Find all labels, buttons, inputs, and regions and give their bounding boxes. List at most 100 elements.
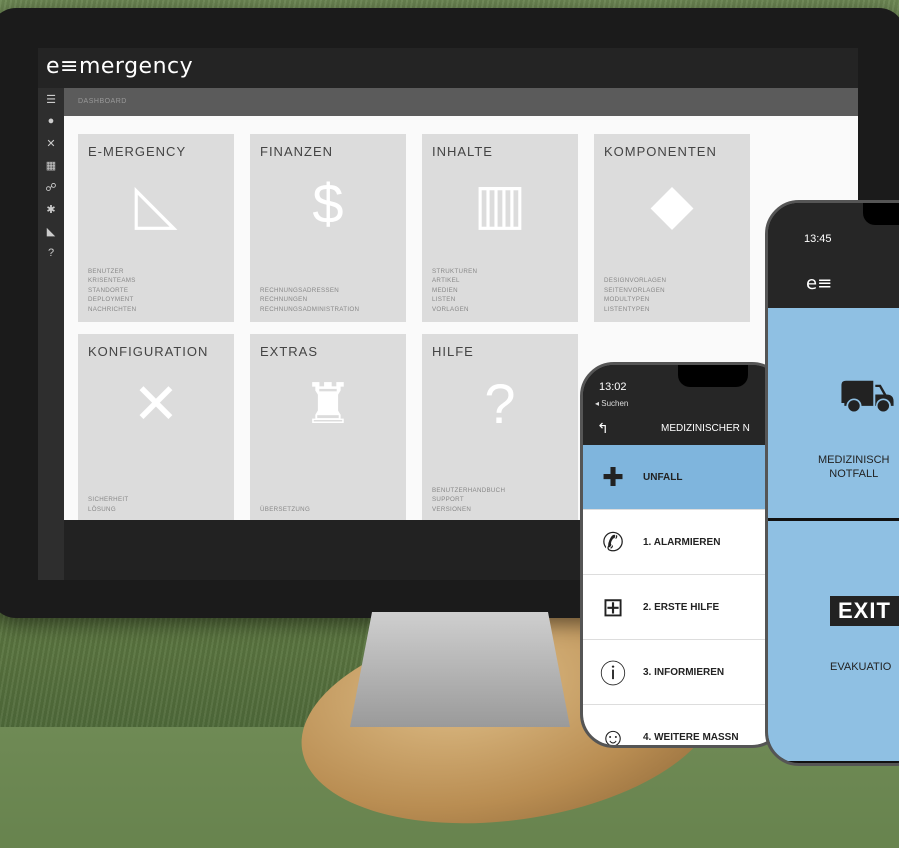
tile-title: KONFIGURATION [88,344,209,359]
ambulance-icon: ⛟ [838,369,896,421]
phone-front: 13:02 ◂ Suchen ↰ MEDIZINISCHER N ✚ UNFAL… [580,362,786,748]
tools-icon[interactable]: ✕ [38,132,64,154]
back-arrow-icon[interactable]: ↰ [597,420,609,437]
tile-e-mergency[interactable]: E-MERGENCY ◺ BENUTZER KRISENTEAMS STANDO… [78,134,234,322]
list-icon[interactable]: ▦ [38,154,64,176]
tile-hilfe[interactable]: HILFE ? BENUTZERHANDBUCH SUPPORT VERSION… [422,334,578,522]
link-designvorlagen[interactable]: DESIGNVORLAGEN [604,276,666,286]
question-icon: ? [484,372,516,435]
settings-icon[interactable]: ✱ [38,198,64,220]
megaphone-icon[interactable]: ◣ [38,220,64,242]
link-support[interactable]: SUPPORT [432,495,505,505]
link-seitenvorlagen[interactable]: SEITENVORLAGEN [604,286,666,296]
phone1-header: 13:02 ◂ Suchen ↰ MEDIZINISCHER N [583,365,783,445]
globe-icon[interactable]: ● [38,110,64,132]
list-item-label: 2. ERSTE HILFE [643,601,720,613]
tile-links: STRUKTUREN ARTIKEL MEDIEN LISTEN VORLAGE… [432,267,477,315]
phone2-header: 13:45 e≡ [768,203,899,308]
link-benutzerhandbuch[interactable]: BENUTZERHANDBUCH [432,486,505,496]
link-artikel[interactable]: ARTIKEL [432,276,477,286]
link-rechnungen[interactable]: RECHNUNGEN [260,295,359,305]
tile-links: BENUTZERHANDBUCH SUPPORT VERSIONEN [432,486,505,515]
medical-label: MEDIZINISCH NOTFALL [818,453,890,481]
tile-title: KOMPONENTEN [604,144,717,159]
book-icon: ▥ [473,172,527,235]
tile-inhalte[interactable]: INHALTE ▥ STRUKTUREN ARTIKEL MEDIEN LIST… [422,134,578,322]
link-listen[interactable]: LISTEN [432,295,477,305]
tile-links: SICHERHEIT LÖSUNG [88,495,128,514]
users-icon[interactable]: ☍ [38,176,64,198]
link-krisenteams[interactable]: KRISENTEAMS [88,276,136,286]
link-vorlagen[interactable]: VORLAGEN [432,305,477,315]
tile-komponenten[interactable]: KOMPONENTEN ◆ DESIGNVORLAGEN SEITENVORLA… [594,134,750,322]
top-bar: e≡mergency [38,48,858,88]
link-standorte[interactable]: STANDORTE [88,286,136,296]
list-item-unfall[interactable]: ✚ UNFALL [583,445,783,510]
link-deployment[interactable]: DEPLOYMENT [88,295,136,305]
magic-hat-icon: ♜ [302,372,354,435]
tile-title: HILFE [432,344,474,359]
tile-konfiguration[interactable]: KONFIGURATION ✕ SICHERHEIT LÖSUNG [78,334,234,522]
link-versionen[interactable]: VERSIONEN [432,505,505,515]
phone2-notch [863,203,899,225]
link-uebersetzung[interactable]: ÜBERSETZUNG [260,505,310,515]
tile-links: DESIGNVORLAGEN SEITENVORLAGEN MODULTYPEN… [604,276,666,314]
phone1-notch [678,365,748,387]
list-item-label: 4. WEITERE MASSN [643,731,739,743]
link-strukturen[interactable]: STRUKTUREN [432,267,477,277]
phone1-time: 13:02 [599,381,627,393]
list-item-alarmieren[interactable]: ✆ 1. ALARMIEREN [583,510,783,575]
medical-label-line1: MEDIZINISCH [818,454,890,466]
evacuation-label: EVAKUATIO [830,661,892,673]
phone1-list: ✚ UNFALL ✆ 1. ALARMIEREN ⊞ 2. ERSTE HILF… [583,445,783,745]
help-icon[interactable]: ? [38,242,64,264]
list-item-erste-hilfe[interactable]: ⊞ 2. ERSTE HILFE [583,575,783,640]
app-logo[interactable]: e≡mergency [46,54,193,79]
link-rechnungsadministration[interactable]: RECHNUNGSADMINISTRATION [260,305,359,315]
cubes-icon: ◆ [650,172,694,235]
plus-icon: ✚ [602,461,624,492]
link-medien[interactable]: MEDIEN [432,286,477,296]
link-modultypen[interactable]: MODULTYPEN [604,295,666,305]
phone-triangle-icon: ◺ [134,172,178,235]
menu-icon[interactable]: ☰ [38,88,64,110]
list-item-label: UNFALL [643,471,683,483]
tile-links: ÜBERSETZUNG [260,505,310,515]
tools-icon: ✕ [132,372,180,435]
info-icon: ⓘ [599,658,626,689]
phone-back: 13:45 e≡ ⛟ MEDIZINISCH NOTFALL EXIT EVAK… [765,200,899,766]
head-icon: ☺ [599,721,627,748]
list-item-label: 1. ALARMIEREN [643,536,721,548]
monitor-stand [350,612,570,727]
exit-sign-icon: EXIT [830,596,899,626]
medical-label-line2: NOTFALL [829,468,879,480]
link-nachrichten[interactable]: NACHRICHTEN [88,305,136,315]
tile-title: E-MERGENCY [88,144,187,159]
phone1-title: MEDIZINISCHER N [661,423,750,434]
tile-links: RECHNUNGSADRESSEN RECHNUNGEN RECHNUNGSAD… [260,286,359,315]
tile-title: FINANZEN [260,144,333,159]
phone-icon: ✆ [602,526,624,557]
sidebar: ☰ ● ✕ ▦ ☍ ✱ ◣ ? [38,88,64,580]
medical-emergency-pane[interactable]: ⛟ MEDIZINISCH NOTFALL [768,308,899,518]
evacuation-pane[interactable]: EXIT EVAKUATIO [768,521,899,761]
list-item-label: 3. INFORMIEREN [643,666,725,678]
link-rechnungsadressen[interactable]: RECHNUNGSADRESSEN [260,286,359,296]
first-aid-icon: ⊞ [602,591,624,622]
link-benutzer[interactable]: BENUTZER [88,267,136,277]
phone1-back-link[interactable]: ◂ Suchen [595,399,628,408]
phone2-logo: e≡ [806,273,833,294]
link-sicherheit[interactable]: SICHERHEIT [88,495,128,505]
tile-title: EXTRAS [260,344,319,359]
tile-finanzen[interactable]: FINANZEN $ RECHNUNGSADRESSEN RECHNUNGEN … [250,134,406,322]
list-item-informieren[interactable]: ⓘ 3. INFORMIEREN [583,640,783,705]
breadcrumb-bar: DASHBOARD [64,88,858,116]
tile-links: BENUTZER KRISENTEAMS STANDORTE DEPLOYMEN… [88,267,136,315]
tile-extras[interactable]: EXTRAS ♜ ÜBERSETZUNG [250,334,406,522]
link-loesung[interactable]: LÖSUNG [88,505,128,515]
link-listentypen[interactable]: LISTENTYPEN [604,305,666,315]
breadcrumb[interactable]: DASHBOARD [78,98,127,105]
phone2-time: 13:45 [804,233,832,245]
dollar-icon: $ [312,172,344,235]
tile-title: INHALTE [432,144,493,159]
